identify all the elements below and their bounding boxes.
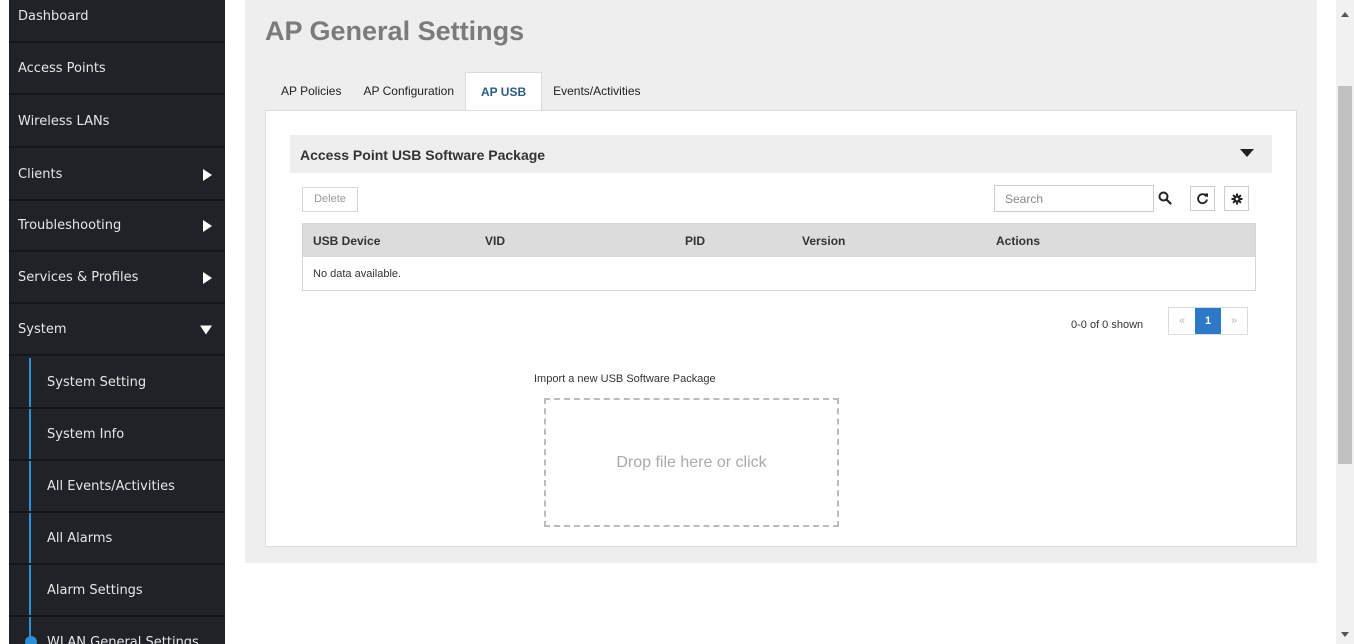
column-header-actions: Actions xyxy=(996,234,1041,248)
tab-events-activities[interactable]: Events/Activities xyxy=(542,72,651,111)
page-title: AP General Settings xyxy=(265,16,525,46)
sidebar: Dashboard Access Points Wireless LANs Cl… xyxy=(9,0,225,644)
scroll-up-arrow-icon[interactable] xyxy=(1341,12,1349,17)
sidebar-item-label: All Events/Activities xyxy=(47,479,175,494)
sidebar-item-all-alarms[interactable]: All Alarms xyxy=(9,514,225,565)
tab-ap-configuration[interactable]: AP Configuration xyxy=(352,72,465,111)
column-header-vid[interactable]: VID xyxy=(485,234,505,248)
sidebar-item-label: WLAN General Settings xyxy=(47,635,199,644)
refresh-icon xyxy=(1197,193,1208,205)
prev-page-button[interactable]: « xyxy=(1169,308,1195,334)
sidebar-item-system-info[interactable]: System Info xyxy=(9,410,225,461)
chevron-right-icon xyxy=(203,219,212,232)
sidebar-item-label: Wireless LANs xyxy=(18,114,110,129)
active-dot-icon xyxy=(25,636,37,644)
search-icon[interactable] xyxy=(1158,191,1172,205)
app-root: Dashboard Access Points Wireless LANs Cl… xyxy=(0,0,1354,644)
empty-table-message: No data available. xyxy=(313,268,402,280)
refresh-button[interactable] xyxy=(1190,186,1215,211)
sidebar-item-system-setting[interactable]: System Setting xyxy=(9,358,225,409)
delete-button[interactable]: Delete xyxy=(302,187,358,212)
usb-package-table: USB Device VID PID Version Actions No da… xyxy=(302,223,1256,291)
next-page-button[interactable]: » xyxy=(1221,308,1247,334)
sidebar-item-alarm-settings[interactable]: Alarm Settings xyxy=(9,566,225,617)
sidebar-item-label: All Alarms xyxy=(47,531,113,546)
chevron-right-icon xyxy=(203,271,212,284)
settings-button[interactable] xyxy=(1224,186,1249,211)
sidebar-item-wlan-general-settings[interactable]: WLAN General Settings xyxy=(9,618,225,644)
tab-bar: AP Policies AP Configuration AP USB Even… xyxy=(270,72,652,111)
section-header[interactable]: Access Point USB Software Package xyxy=(290,135,1272,173)
search-input[interactable] xyxy=(995,186,1145,211)
pagination-summary: 0-0 of 0 shown xyxy=(1071,319,1144,331)
page-1-button[interactable]: 1 xyxy=(1195,308,1221,334)
tab-panel: Access Point USB Software Package Delete xyxy=(265,110,1297,547)
tab-ap-usb[interactable]: AP USB xyxy=(465,72,543,111)
pagination: « 1 » xyxy=(1168,307,1248,335)
sidebar-item-label: Alarm Settings xyxy=(47,583,143,598)
sidebar-item-label: System Info xyxy=(47,427,125,442)
section-title: Access Point USB Software Package xyxy=(300,147,546,163)
sidebar-item-label: Dashboard xyxy=(18,9,89,24)
chevron-down-icon xyxy=(200,325,212,334)
sidebar-item-label: Access Points xyxy=(18,61,106,76)
dropzone-text: Drop file here or click xyxy=(616,453,767,471)
sidebar-item-wireless-lans[interactable]: Wireless LANs xyxy=(9,97,225,148)
sidebar-item-label: Troubleshooting xyxy=(18,218,122,233)
scrollbar-thumb[interactable] xyxy=(1338,86,1352,464)
sidebar-item-system[interactable]: System xyxy=(9,305,225,356)
import-label: Import a new USB Software Package xyxy=(534,373,716,385)
file-dropzone[interactable]: Drop file here or click xyxy=(544,398,839,527)
sidebar-item-services-profiles[interactable]: Services & Profiles xyxy=(9,253,225,304)
table-row: No data available. xyxy=(303,257,1255,290)
column-header-usb-device[interactable]: USB Device xyxy=(313,234,380,248)
main-content: AP General Settings AP Policies AP Confi… xyxy=(245,0,1317,563)
sidebar-item-access-points[interactable]: Access Points xyxy=(9,44,225,95)
search-box xyxy=(994,185,1154,212)
sidebar-item-label: System xyxy=(18,322,67,337)
sidebar-item-label: Clients xyxy=(18,167,63,182)
column-header-pid[interactable]: PID xyxy=(685,234,705,248)
chevron-right-icon xyxy=(203,168,212,181)
table-header: USB Device VID PID Version Actions xyxy=(303,224,1255,257)
sidebar-item-label: System Setting xyxy=(47,375,147,390)
sidebar-item-label: Services & Profiles xyxy=(18,270,139,285)
column-header-version[interactable]: Version xyxy=(802,234,845,248)
sidebar-item-clients[interactable]: Clients xyxy=(9,150,225,201)
sidebar-item-dashboard[interactable]: Dashboard xyxy=(9,0,225,43)
sidebar-item-troubleshooting[interactable]: Troubleshooting xyxy=(9,201,225,252)
gear-icon xyxy=(1231,193,1242,204)
scroll-down-arrow-icon[interactable] xyxy=(1341,632,1349,637)
collapse-caret-icon[interactable] xyxy=(1240,149,1254,157)
tab-ap-policies[interactable]: AP Policies xyxy=(270,72,352,111)
sidebar-item-all-events[interactable]: All Events/Activities xyxy=(9,462,225,513)
